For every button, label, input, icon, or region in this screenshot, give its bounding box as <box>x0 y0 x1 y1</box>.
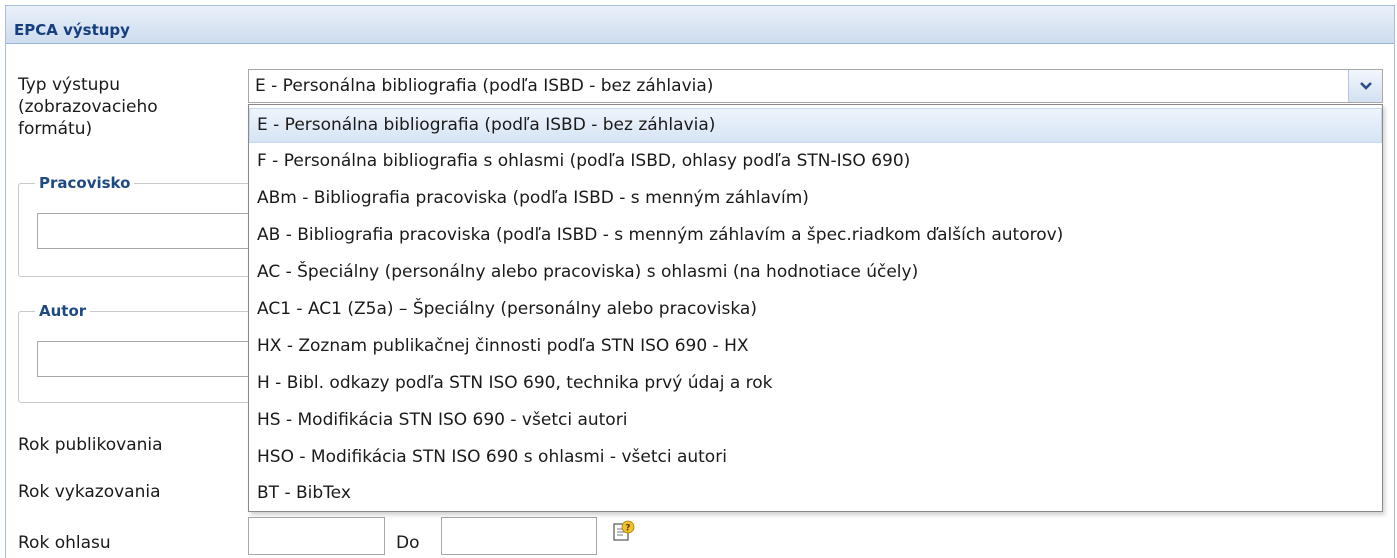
output-type-selected-value: E - Personálna bibliografia (podľa ISBD … <box>255 76 714 96</box>
option-hs[interactable]: HS - Modifikácia STN ISO 690 - všetci au… <box>249 403 1382 438</box>
chevron-down-icon <box>1360 82 1372 90</box>
year-citation-to-input[interactable] <box>441 517 597 555</box>
year-citation-from-input[interactable] <box>248 517 385 555</box>
option-hso[interactable]: HSO - Modifikácia STN ISO 690 s ohlasmi … <box>249 440 1382 475</box>
output-type-label-line2: (zobrazovacieho <box>18 97 158 117</box>
workplace-fieldset: Pracovisko <box>18 172 267 277</box>
option-ab[interactable]: AB - Bibliografia pracoviska (podľa ISBD… <box>249 218 1382 253</box>
output-type-select[interactable]: E - Personálna bibliografia (podľa ISBD … <box>248 69 1383 103</box>
option-e[interactable]: E - Personálna bibliografia (podľa ISBD … <box>249 108 1382 143</box>
help-note-icon[interactable]: ? <box>612 519 636 548</box>
output-type-label-line1: Typ výstupu <box>18 75 120 95</box>
to-label: Do <box>396 533 420 553</box>
option-bt[interactable]: BT - BibTex <box>249 476 1382 511</box>
panel-title: EPCA výstupy <box>6 6 1394 44</box>
option-abm[interactable]: ABm - Bibliografia pracoviska (podľa ISB… <box>249 181 1382 216</box>
author-fieldset: Autor <box>18 300 267 403</box>
author-input[interactable] <box>37 341 267 377</box>
year-reported-label: Rok vykazovania <box>18 482 161 502</box>
option-ac1[interactable]: AC1 - AC1 (Z5a) – Špeciálny (personálny … <box>249 292 1382 327</box>
svg-text:?: ? <box>625 524 630 534</box>
option-ac[interactable]: AC - Špeciálny (personálny alebo pracovi… <box>249 255 1382 290</box>
output-type-dropdown-list: E - Personálna bibliografia (podľa ISBD … <box>248 104 1383 512</box>
option-h[interactable]: H - Bibl. odkazy podľa STN ISO 690, tech… <box>249 366 1382 401</box>
option-f[interactable]: F - Personálna bibliografia s ohlasmi (p… <box>249 144 1382 179</box>
option-hx[interactable]: HX - Zoznam publikačnej činnosti podľa S… <box>249 329 1382 364</box>
year-citation-label: Rok ohlasu <box>18 533 111 553</box>
output-type-label-line3: formátu) <box>18 119 93 139</box>
author-legend: Autor <box>35 300 91 322</box>
dropdown-arrow-button[interactable] <box>1348 70 1382 102</box>
output-type-label: Typ výstupu (zobrazovacieho formátu) <box>18 74 158 140</box>
workplace-input[interactable] <box>37 213 267 249</box>
year-published-label: Rok publikovania <box>18 435 163 455</box>
workplace-legend: Pracovisko <box>35 172 135 194</box>
